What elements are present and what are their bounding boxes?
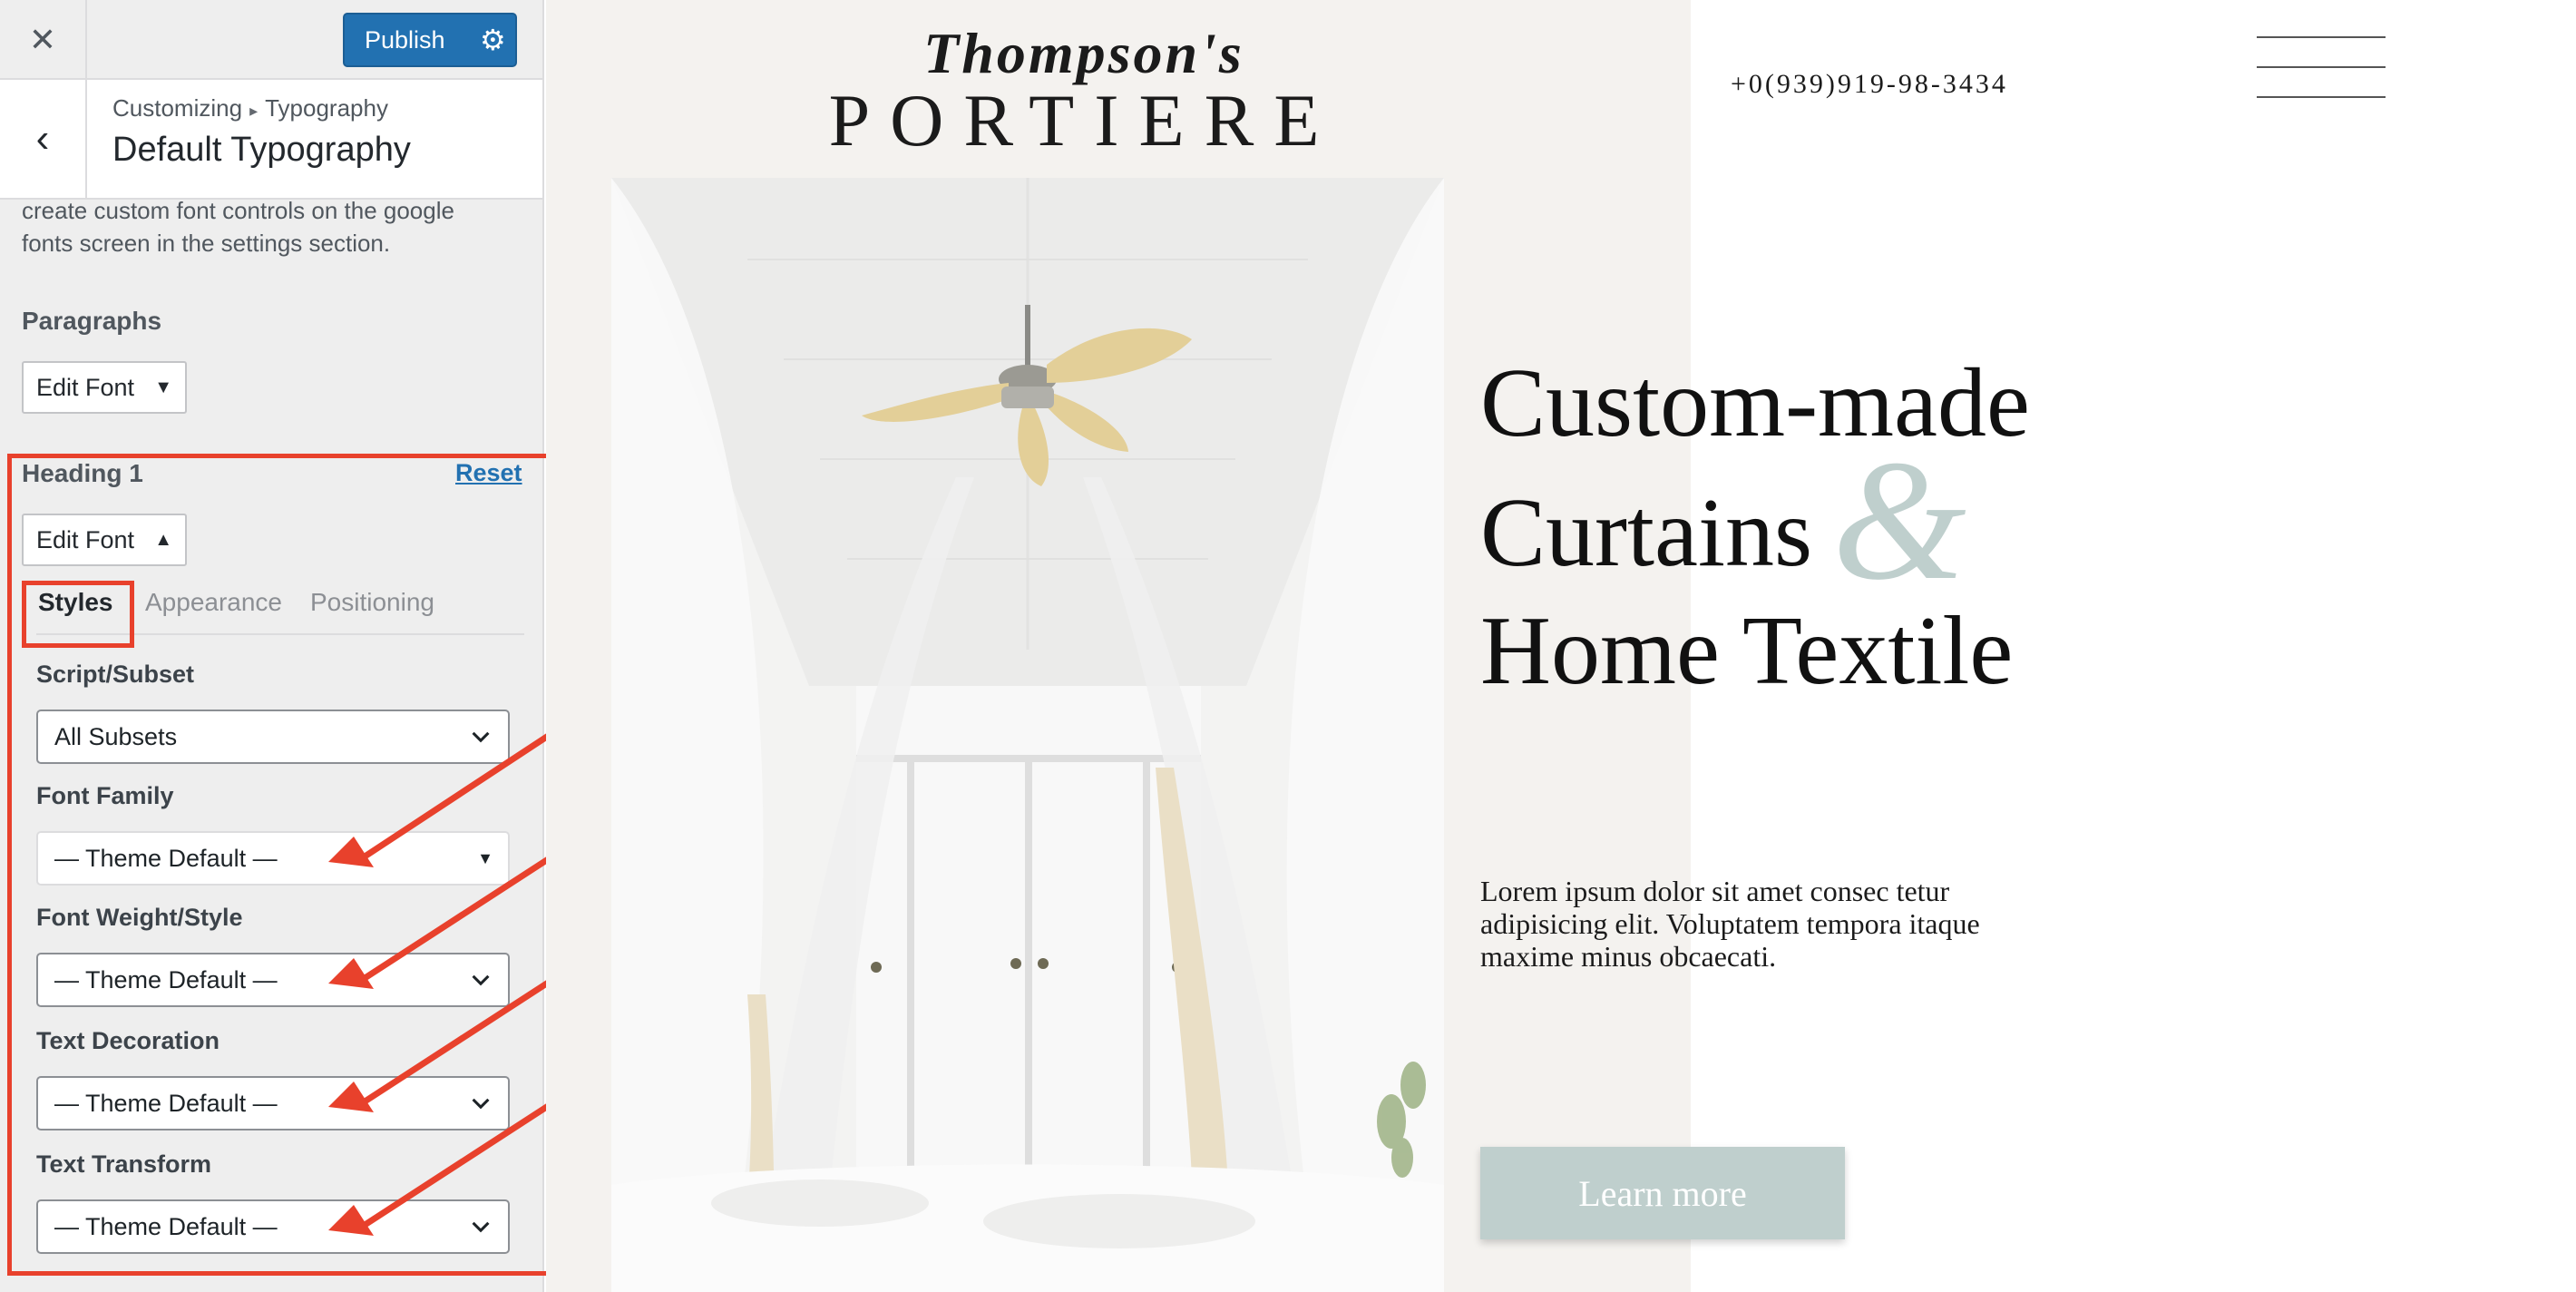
ampersand-ornament: &: [1831, 426, 1966, 616]
section-title: Default Typography: [112, 131, 411, 169]
hero-line-2: Curtains &: [1480, 435, 2030, 607]
logo-main[interactable]: PORTIERE: [753, 78, 1415, 163]
chevron-left-icon[interactable]: ‹: [0, 80, 87, 198]
hero-description: Lorem ipsum dolor sit amet consec tetur …: [1480, 875, 1980, 973]
site-preview: Thompson's PORTIERE +0(939)919-98-3434 C…: [546, 0, 2576, 1292]
section-description: create custom font controls on the googl…: [22, 197, 454, 257]
paragraphs-edit-font-button[interactable]: Edit Font ▼: [22, 361, 187, 414]
hamburger-menu-icon[interactable]: [2257, 36, 2386, 100]
annotation-styles-tab-box: [22, 581, 134, 648]
phone-number[interactable]: +0(939)919-98-3434: [1731, 69, 2008, 100]
bedroom-canopy-illustration: [611, 178, 1444, 1292]
annotation-highlight-box: [7, 454, 590, 1276]
customizer-header: ✕ Publish ⚙: [0, 0, 542, 80]
gear-icon[interactable]: ⚙: [471, 23, 515, 57]
publish-label: Publish: [365, 25, 445, 54]
hero-image: [611, 178, 1444, 1292]
breadcrumb: Customizing ▸ Typography: [112, 94, 388, 122]
breadcrumb-child: Typography: [265, 94, 388, 122]
publish-button[interactable]: Publish ⚙: [343, 13, 517, 67]
learn-more-button[interactable]: Learn more: [1480, 1147, 1845, 1239]
paragraphs-title: Paragraphs: [22, 307, 162, 335]
caret-down-icon: ▼: [154, 377, 172, 397]
hero-line-2-text: Curtains: [1480, 479, 1812, 587]
breadcrumb-parent: Customizing: [112, 94, 243, 122]
hero-heading: Custom-made Curtains & Home Textile: [1480, 345, 2030, 710]
paragraphs-edit-font-label: Edit Font: [36, 373, 135, 401]
section-header: ‹ Customizing ▸ Typography Default Typogra…: [0, 80, 542, 200]
close-icon[interactable]: ✕: [0, 0, 87, 80]
logo-script[interactable]: Thompson's: [836, 20, 1332, 87]
breadcrumb-separator-icon: ▸: [249, 102, 259, 120]
